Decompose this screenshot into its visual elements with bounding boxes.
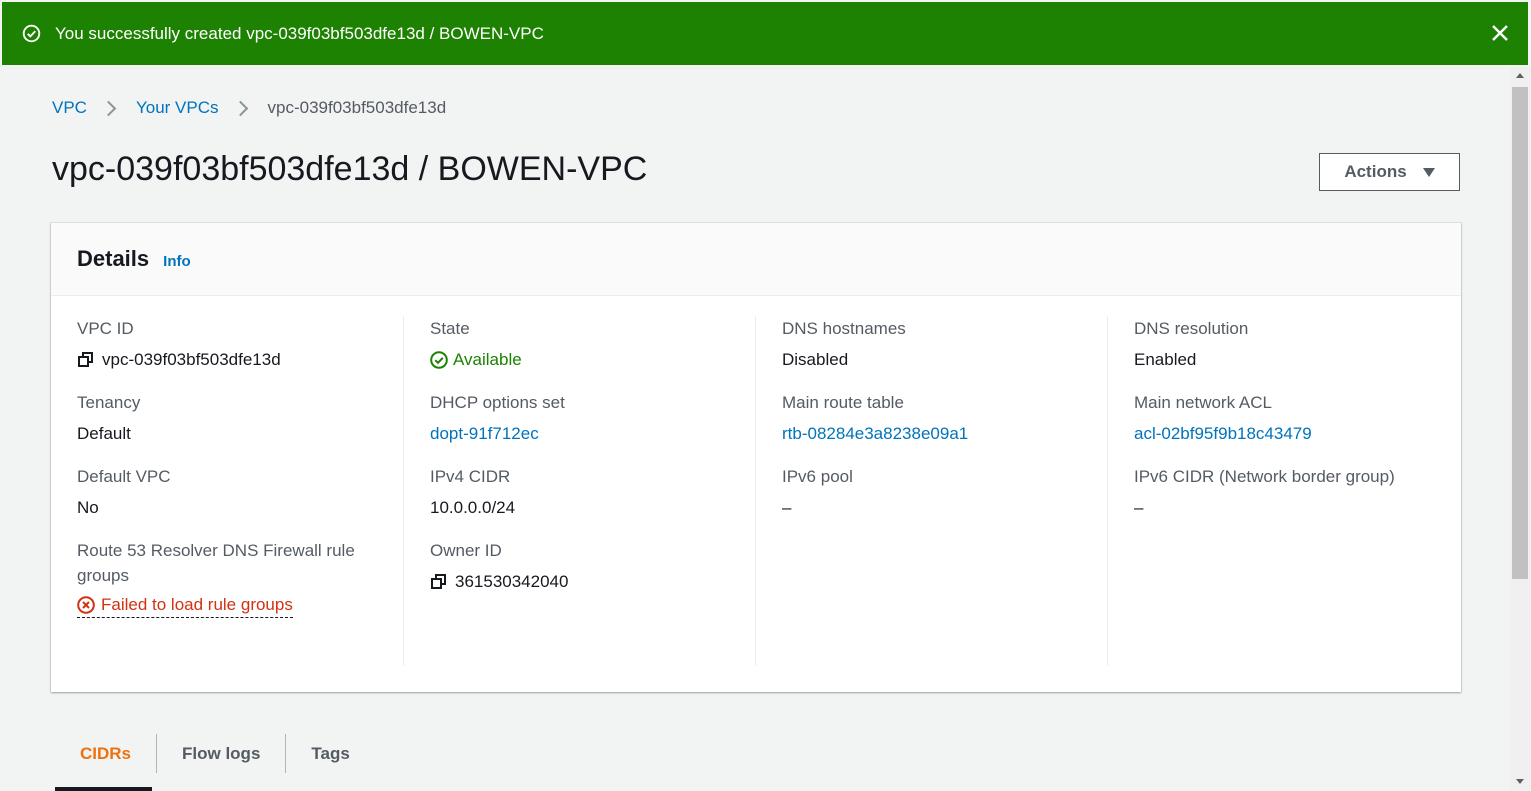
breadcrumb-your-vpcs[interactable]: Your VPCs — [136, 98, 219, 118]
field-value: 361530342040 — [430, 569, 755, 594]
chevron-right-icon — [232, 100, 248, 116]
field-label: Route 53 Resolver DNS Firewall rule grou… — [77, 541, 355, 585]
ipv6-cidr-value: – — [1134, 498, 1144, 517]
field-label: DNS resolution — [1134, 319, 1249, 338]
details-panel: Details Info VPC ID vpc-039f03bf503dfe13… — [51, 223, 1461, 692]
field-ipv6-pool: IPv6 pool – — [782, 464, 1107, 520]
main-network-acl-link[interactable]: acl-02bf95f9b18c43479 — [1134, 421, 1459, 446]
scrollbar[interactable] — [1510, 67, 1531, 791]
actions-button[interactable]: Actions — [1319, 153, 1460, 191]
owner-id-value: 361530342040 — [455, 572, 569, 591]
details-column-4: DNS resolution Enabled Main network ACL … — [1107, 316, 1459, 666]
ipv4-cidr-value: 10.0.0.0/24 — [430, 498, 516, 517]
caret-down-icon — [1422, 167, 1435, 177]
field-label: Owner ID — [430, 541, 502, 560]
breadcrumb: VPC Your VPCs vpc-039f03bf503dfe13d — [52, 98, 446, 118]
details-title: Details — [77, 246, 150, 271]
field-label: Main route table — [782, 393, 904, 412]
success-banner: You successfully created vpc-039f03bf503… — [2, 2, 1528, 65]
ipv6-pool-value: – — [782, 498, 792, 517]
field-tenancy: Tenancy Default — [77, 390, 403, 446]
scrollbar-thumb[interactable] — [1512, 87, 1528, 579]
state-value: Available — [453, 350, 522, 369]
field-state: State Available — [430, 316, 755, 372]
field-label: Tenancy — [77, 393, 141, 412]
success-check-icon — [22, 24, 41, 43]
field-main-route-table: Main route table rtb-08284e3a8238e09a1 — [782, 390, 1107, 446]
breadcrumb-current: vpc-039f03bf503dfe13d — [267, 98, 447, 117]
actions-button-label: Actions — [1344, 162, 1407, 181]
field-label: IPv6 CIDR (Network border group) — [1134, 467, 1395, 486]
dhcp-options-link[interactable]: dopt-91f712ec — [430, 421, 755, 446]
field-label: DHCP options set — [430, 393, 565, 412]
vpc-id-value: vpc-039f03bf503dfe13d — [102, 350, 281, 369]
tab-cidrs[interactable]: CIDRs — [55, 734, 156, 773]
field-main-network-acl: Main network ACL acl-02bf95f9b18c43479 — [1134, 390, 1459, 446]
chevron-right-icon — [100, 100, 117, 116]
scroll-up-arrow-icon[interactable] — [1516, 73, 1524, 78]
field-label: Main network ACL — [1134, 393, 1272, 412]
field-label: State — [430, 319, 470, 338]
field-value: Available — [430, 347, 755, 372]
status-available-icon — [430, 350, 448, 369]
details-column-3: DNS hostnames Disabled Main route table … — [755, 316, 1107, 666]
field-dhcp-options: DHCP options set dopt-91f712ec — [430, 390, 755, 446]
field-vpc-id: VPC ID vpc-039f03bf503dfe13d — [77, 316, 403, 372]
tab-tags[interactable]: Tags — [285, 734, 374, 773]
breadcrumb-vpc[interactable]: VPC — [52, 98, 87, 118]
page-title: vpc-039f03bf503dfe13d / BOWEN-VPC — [52, 150, 648, 188]
dns-hostnames-value: Disabled — [782, 350, 849, 369]
tenancy-value: Default — [77, 424, 131, 443]
field-value: Failed to load rule groups — [77, 592, 403, 618]
active-tab-indicator — [55, 787, 152, 791]
details-column-2: State Available DHCP options set dopt-91… — [403, 316, 755, 666]
main-route-table-link[interactable]: rtb-08284e3a8238e09a1 — [782, 421, 1107, 446]
field-dns-hostnames: DNS hostnames Disabled — [782, 316, 1107, 372]
firewall-error-link[interactable]: Failed to load rule groups — [77, 592, 293, 618]
dns-resolution-value: Enabled — [1134, 350, 1197, 369]
field-dns-resolution: DNS resolution Enabled — [1134, 316, 1459, 372]
close-icon[interactable] — [1490, 23, 1510, 43]
field-label: VPC ID — [77, 319, 134, 338]
copy-icon[interactable] — [430, 573, 448, 591]
error-icon — [77, 595, 95, 614]
field-label: IPv4 CIDR — [430, 467, 511, 486]
banner-message: You successfully created vpc-039f03bf503… — [55, 23, 544, 43]
tab-flow-logs[interactable]: Flow logs — [156, 734, 285, 773]
details-header: Details Info — [51, 223, 1461, 296]
field-ipv6-cidr: IPv6 CIDR (Network border group) – — [1134, 464, 1459, 520]
field-owner-id: Owner ID 361530342040 — [430, 538, 755, 594]
info-link[interactable]: Info — [163, 253, 191, 270]
copy-icon[interactable] — [77, 351, 95, 369]
firewall-error-text: Failed to load rule groups — [101, 595, 293, 614]
field-label: DNS hostnames — [782, 319, 906, 338]
default-vpc-value: No — [77, 498, 99, 517]
field-label: IPv6 pool — [782, 467, 853, 486]
tab-list: CIDRs Flow logs Tags — [55, 734, 375, 773]
field-ipv4-cidr: IPv4 CIDR 10.0.0.0/24 — [430, 464, 755, 520]
field-value: vpc-039f03bf503dfe13d — [77, 347, 403, 372]
details-column-1: VPC ID vpc-039f03bf503dfe13d Tenancy Def… — [51, 316, 403, 666]
field-firewall-rule-groups: Route 53 Resolver DNS Firewall rule grou… — [77, 538, 403, 618]
field-default-vpc: Default VPC No — [77, 464, 403, 520]
scroll-down-arrow-icon[interactable] — [1516, 779, 1524, 784]
details-columns: VPC ID vpc-039f03bf503dfe13d Tenancy Def… — [51, 316, 1461, 666]
field-label: Default VPC — [77, 467, 171, 486]
